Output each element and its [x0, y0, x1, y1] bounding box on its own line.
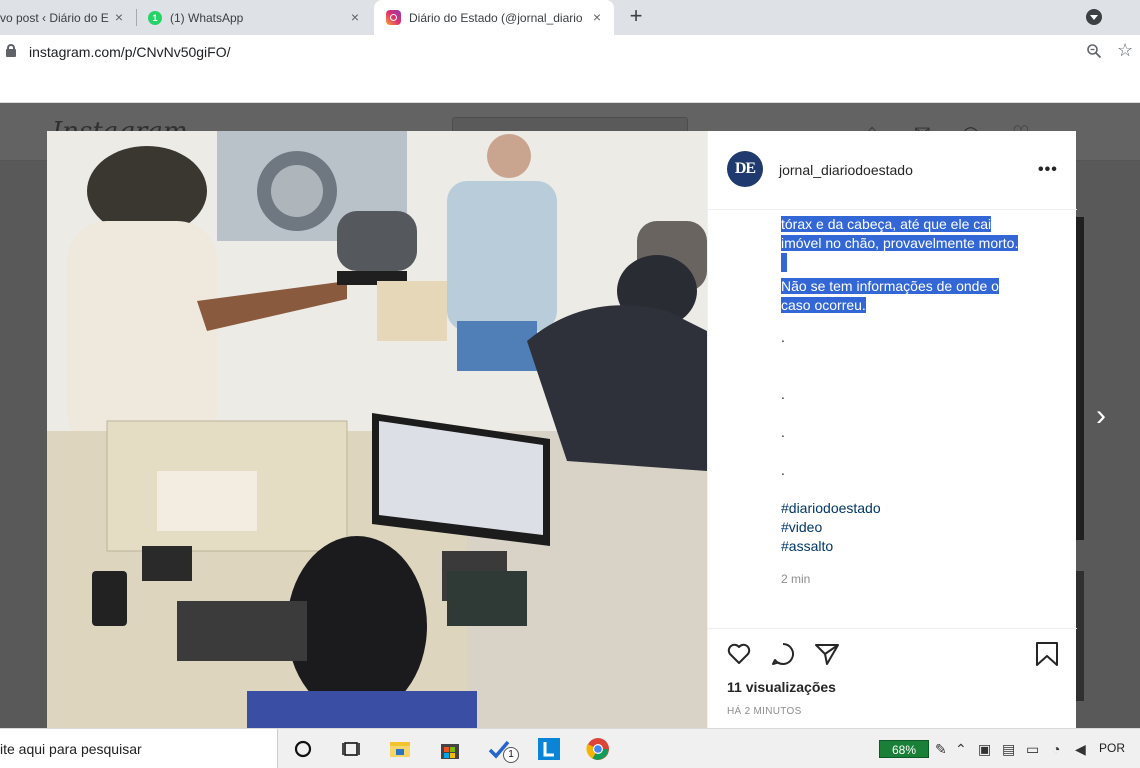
caption-line: [781, 253, 787, 272]
tab-title: vo post ‹ Diário do E: [0, 10, 109, 25]
post-modal: DE jornal_diariodoestado ••• tórax e da …: [47, 131, 1077, 728]
caption-line: Não se tem informações de onde o: [781, 278, 999, 294]
comment-icon[interactable]: [770, 641, 796, 667]
app-l-icon[interactable]: [537, 737, 561, 761]
battery-indicator[interactable]: 68%: [879, 740, 929, 758]
background-post: [1076, 217, 1084, 540]
post-actions: 11 visualizações HÁ 2 MINUTOS: [708, 628, 1077, 728]
post-side-panel: DE jornal_diariodoestado ••• tórax e da …: [707, 131, 1077, 728]
caption-dot: .: [781, 386, 785, 402]
save-bookmark-icon[interactable]: [1034, 641, 1060, 667]
tab-title: Diário do Estado (@jornal_diario: [409, 10, 583, 25]
lock-icon[interactable]: [6, 44, 16, 57]
zoom-icon[interactable]: [1086, 43, 1102, 59]
caption-line: caso ocorreu.: [781, 297, 866, 313]
file-explorer-icon[interactable]: [388, 737, 412, 761]
avatar[interactable]: DE: [727, 151, 763, 187]
taskbar: ite aqui para pesquisar 1 68% ✎ ⌃ ▣ ▤ ▭ …: [0, 728, 1140, 768]
notification-badge: 1: [503, 747, 519, 763]
volume-icon[interactable]: ◀: [1075, 741, 1086, 758]
view-count[interactable]: 11 visualizações: [727, 679, 836, 695]
post-timestamp[interactable]: HÁ 2 MINUTOS: [727, 706, 802, 717]
tray-app-icon[interactable]: ▤: [1002, 741, 1015, 758]
new-tab-button[interactable]: +: [624, 5, 648, 29]
caption-time[interactable]: 2 min: [781, 572, 810, 586]
url-field[interactable]: instagram.com/p/CNvNv50giFO/: [29, 44, 231, 60]
bookmark-star-icon[interactable]: ☆: [1117, 41, 1133, 59]
tab-wordpress[interactable]: vo post ‹ Diário do E ×: [0, 0, 136, 35]
tab-title: (1) WhatsApp: [170, 10, 244, 25]
post-header: DE jornal_diariodoestado •••: [708, 131, 1077, 210]
task-view-icon[interactable]: [339, 737, 363, 761]
wifi-icon[interactable]: ◔: [1052, 741, 1060, 757]
like-heart-icon[interactable]: [726, 641, 752, 667]
share-direct-icon[interactable]: [814, 641, 840, 667]
background-post: [1076, 571, 1084, 701]
store-icon[interactable]: [438, 737, 462, 761]
battery-icon[interactable]: ▭: [1026, 741, 1039, 758]
close-icon[interactable]: ×: [590, 10, 604, 24]
cortana-icon[interactable]: [291, 737, 315, 761]
tab-strip: vo post ‹ Diário do E × 1 (1) WhatsApp ×…: [0, 0, 1140, 35]
caption-dot: .: [781, 329, 785, 345]
instagram-icon: [386, 10, 401, 25]
tab-search-icon[interactable]: [1086, 9, 1102, 25]
language-indicator[interactable]: POR: [1099, 741, 1125, 755]
close-icon[interactable]: ×: [348, 10, 362, 24]
taskbar-search[interactable]: ite aqui para pesquisar: [0, 729, 278, 768]
tab-instagram-active[interactable]: Diário do Estado (@jornal_diario ×: [374, 0, 614, 35]
caption-dot: .: [781, 462, 785, 478]
next-post-arrow-icon[interactable]: ›: [1096, 401, 1106, 431]
hashtag-link[interactable]: #diariodoestado: [781, 500, 881, 516]
show-hidden-icons[interactable]: ⌃: [955, 741, 967, 758]
hashtag-link[interactable]: #video: [781, 519, 822, 535]
caption-dot: .: [781, 424, 785, 440]
username-link[interactable]: jornal_diariodoestado: [779, 162, 913, 178]
more-options-icon[interactable]: •••: [1038, 161, 1058, 179]
hashtag-link[interactable]: #assalto: [781, 538, 833, 554]
caption-line: imóvel no chão, provavelmente morto.: [781, 235, 1019, 251]
bookmarks-bar: [0, 68, 1140, 103]
meet-now-icon[interactable]: ▣: [978, 741, 991, 758]
taskbar-search-placeholder: ite aqui para pesquisar: [0, 741, 142, 757]
close-icon[interactable]: ×: [112, 10, 126, 24]
address-bar: instagram.com/p/CNvNv50giFO/ ☆: [0, 35, 1140, 68]
tray-pen-icon[interactable]: ✎: [935, 741, 947, 758]
tab-whatsapp[interactable]: 1 (1) WhatsApp ×: [136, 0, 372, 35]
whatsapp-icon: 1: [148, 10, 162, 25]
post-caption: tórax e da cabeça, até que ele cai imóve…: [781, 215, 1041, 315]
chrome-icon[interactable]: [586, 737, 610, 761]
screen: vo post ‹ Diário do E × 1 (1) WhatsApp ×…: [0, 0, 1140, 768]
video-player[interactable]: [47, 131, 707, 728]
caption-line: tórax e da cabeça, até que ele cai: [781, 216, 992, 232]
